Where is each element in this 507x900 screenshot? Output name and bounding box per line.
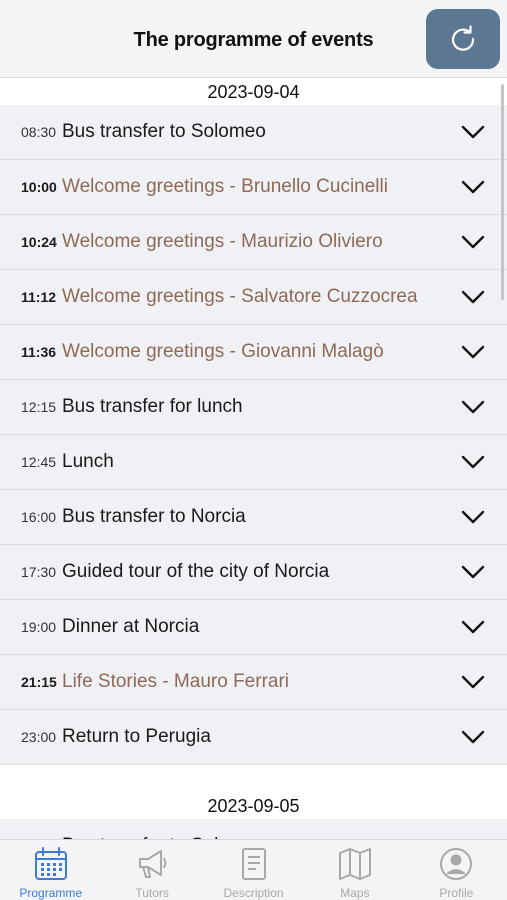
event-title: Bus transfer to Solomeo <box>62 121 266 142</box>
event-list[interactable]: 2023-09-04 08:30 Bus transfer to Solomeo 10… <box>0 79 507 839</box>
event-time: 10:24 <box>21 234 57 250</box>
event-time: 11:12 <box>21 289 57 305</box>
event-time: 12:45 <box>21 454 57 470</box>
tab-programme[interactable]: Programme <box>0 840 101 900</box>
calendar-icon <box>34 847 67 880</box>
tab-tutors[interactable]: Tutors <box>101 840 202 900</box>
chevron-down-icon[interactable] <box>461 290 485 304</box>
bottom-tab-bar: Programme Tutors Description Maps Profil… <box>0 839 507 900</box>
chevron-down-icon[interactable] <box>461 180 485 194</box>
event-row[interactable]: 23:00 Return to Perugia <box>0 710 507 765</box>
event-time: 08:30 <box>21 124 57 140</box>
event-time: 10:00 <box>21 179 57 195</box>
event-row[interactable]: 17:30 Guided tour of the city of Norcia <box>0 545 507 600</box>
event-time: 11:36 <box>21 344 57 360</box>
event-row[interactable]: 08:30 Bus transfer to Solomeo <box>0 105 507 160</box>
event-time: 12:15 <box>21 399 57 415</box>
chevron-down-icon[interactable] <box>461 675 485 689</box>
chevron-down-icon[interactable] <box>461 565 485 579</box>
event-title: Lunch <box>62 451 114 472</box>
event-title: Bus transfer to Norcia <box>62 506 246 527</box>
event-title: Welcome greetings - Maurizio Oliviero <box>62 231 383 252</box>
event-row[interactable]: 16:00 Bus transfer to Norcia <box>0 490 507 545</box>
document-icon <box>241 848 266 880</box>
refresh-icon <box>451 25 475 51</box>
chevron-down-icon[interactable] <box>461 345 485 359</box>
event-row[interactable]: 10:00 Welcome greetings - Brunello Cucine… <box>0 160 507 215</box>
chevron-down-icon[interactable] <box>461 620 485 634</box>
chevron-down-icon[interactable] <box>461 730 485 744</box>
tab-label: Description <box>223 886 284 900</box>
event-time: 16:00 <box>21 509 57 525</box>
map-icon <box>338 848 371 880</box>
event-time: 19:00 <box>21 619 57 635</box>
event-row[interactable]: 12:15 Bus transfer for lunch <box>0 380 507 435</box>
tab-maps[interactable]: Maps <box>304 840 405 900</box>
chevron-down-icon[interactable] <box>461 125 485 139</box>
event-title: Welcome greetings - Salvatore Cuzzocrea <box>62 286 418 307</box>
tab-profile[interactable]: Profile <box>406 840 507 900</box>
tab-description[interactable]: Description <box>203 840 304 900</box>
event-title: Welcome greetings - Brunello Cucinelli <box>62 176 388 197</box>
event-time: 17:30 <box>21 564 57 580</box>
event-row[interactable]: 11:12 Welcome greetings - Salvatore Cuzzo… <box>0 270 507 325</box>
tab-label: Tutors <box>135 886 169 900</box>
event-title: Guided tour of the city of Norcia <box>62 561 330 582</box>
profile-icon <box>440 848 473 880</box>
chevron-down-icon[interactable] <box>461 235 485 249</box>
app-header: The programme of events <box>0 0 507 78</box>
event-row[interactable]: Bus transfer to Solomeo <box>0 819 507 839</box>
event-row[interactable]: 21:15 Life Stories - Mauro Ferrari <box>0 655 507 710</box>
event-title: Dinner at Norcia <box>62 616 200 637</box>
event-title: Welcome greetings - Giovanni Malagò <box>62 341 384 362</box>
chevron-down-icon[interactable] <box>461 400 485 414</box>
event-row[interactable]: 11:36 Welcome greetings - Giovanni Malagò <box>0 325 507 380</box>
tab-label: Profile <box>439 886 474 900</box>
event-row[interactable]: 19:00 Dinner at Norcia <box>0 600 507 655</box>
refresh-button[interactable] <box>426 9 500 69</box>
chevron-down-icon[interactable] <box>461 455 485 469</box>
event-row[interactable]: 12:45 Lunch <box>0 435 507 490</box>
tab-label: Maps <box>340 886 370 900</box>
date-header: 2023-09-05 <box>0 793 507 819</box>
tab-label: Programme <box>19 886 83 900</box>
event-time: 21:15 <box>21 674 57 690</box>
event-time: 23:00 <box>21 729 57 745</box>
event-row[interactable]: 10:24 Welcome greetings - Maurizio Olivie… <box>0 215 507 270</box>
scrollbar[interactable] <box>501 84 504 300</box>
event-title: Return to Perugia <box>62 726 211 747</box>
event-title: Bus transfer for lunch <box>62 396 243 417</box>
chevron-down-icon[interactable] <box>461 510 485 524</box>
date-header: 2023-09-04 <box>0 79 507 105</box>
megaphone-icon <box>139 850 167 878</box>
event-title: Life Stories - Mauro Ferrari <box>62 671 290 692</box>
